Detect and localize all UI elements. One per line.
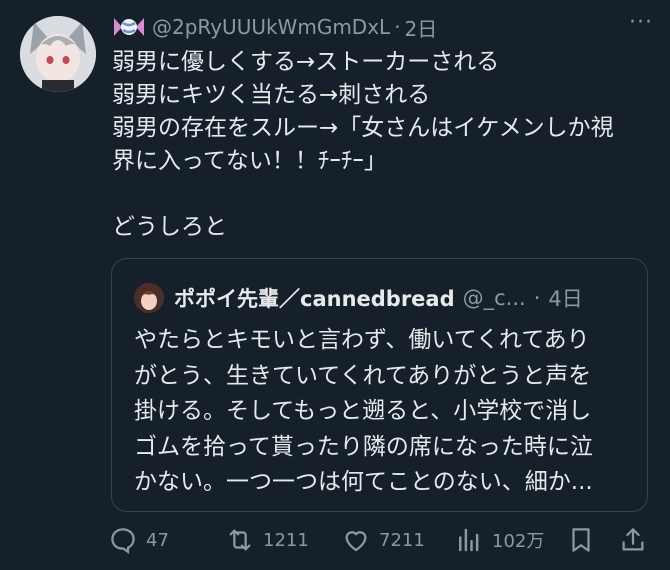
- quoted-tweet-time[interactable]: 4日: [548, 283, 582, 313]
- reply-icon: [111, 528, 135, 555]
- view-count: 102万: [492, 531, 545, 552]
- tweet-text-line: 弱男に優しくする→ストーカーされる: [112, 49, 500, 75]
- share-button[interactable]: [618, 522, 656, 558]
- header-separator: ·: [394, 15, 401, 39]
- tweet-text-line: 弱男の存在をスルー→「女さんはイケメンしか視: [112, 115, 614, 141]
- quoted-author-avatar[interactable]: [134, 283, 164, 313]
- quoted-author-handle[interactable]: @_c...: [463, 286, 526, 310]
- heart-icon: [345, 531, 367, 552]
- reply-button[interactable]: 47: [108, 522, 169, 558]
- share-icon: [622, 528, 644, 551]
- reply-count: 47: [146, 529, 169, 551]
- like-button[interactable]: 7211: [341, 522, 425, 558]
- tweet-header: @2pRyUUUkWmGmDxL · 2日: [112, 10, 437, 44]
- candy-icon: [112, 14, 146, 40]
- tweet-text-line: どうしろと: [112, 214, 227, 240]
- tweet[interactable]: @2pRyUUUkWmGmDxL · 2日 ··· 弱男に優しくする→ストーカー…: [0, 0, 670, 570]
- bookmark-button[interactable]: [566, 522, 604, 558]
- tweet-text: 弱男に優しくする→ストーカーされる 弱男にキツく当たる→刺される 弱男の存在をス…: [112, 46, 652, 244]
- quoted-tweet-text: やたらとキモいと言わず、働いてくれてあり がとう、生きていてくれてありがとうと声…: [134, 323, 629, 501]
- bookmark-icon: [572, 528, 590, 552]
- more-options-icon[interactable]: ···: [626, 12, 656, 38]
- avatar-illustration: [20, 16, 96, 92]
- quoted-tweet[interactable]: ポポイ先輩／cannedbread @_c... · 4日 やたらとキモいと言わ…: [111, 258, 648, 512]
- quoted-text-line: がとう、生きていてくれてありがとうと声を: [134, 362, 592, 389]
- retweet-icon: [229, 529, 251, 551]
- views-button[interactable]: 102万: [454, 522, 544, 558]
- retweet-count: 1211: [263, 529, 309, 551]
- retweet-button[interactable]: 1211: [225, 522, 309, 558]
- views-icon: [459, 528, 479, 552]
- quoted-header-separator: ·: [533, 286, 541, 310]
- quoted-text-line: ゴムを拾って貰ったり隣の席になった時に泣: [134, 433, 593, 460]
- quoted-tweet-header: ポポイ先輩／cannedbread @_c... · 4日: [134, 283, 583, 313]
- author-handle[interactable]: @2pRyUUUkWmGmDxL: [152, 15, 390, 39]
- quoted-text-line: かない。一つ一つは何てことのない、細か...: [134, 469, 593, 495]
- tweet-text-line: 界に入ってない！！ﾁｰﾁｰ」: [112, 148, 387, 174]
- tweet-time[interactable]: 2日: [405, 13, 438, 42]
- quoted-text-line: やたらとキモいと言わず、働いてくれてあり: [134, 327, 590, 353]
- tweet-text-line: 弱男にキツく当たる→刺される: [112, 82, 431, 108]
- action-bar: 47 1211 7211 102万: [108, 522, 660, 558]
- like-count: 7211: [379, 529, 425, 551]
- quoted-text-line: 掛ける。そしてもっと遡ると、小学校で消し: [134, 398, 592, 424]
- avatar[interactable]: [20, 16, 96, 92]
- quoted-author-name[interactable]: ポポイ先輩／cannedbread: [174, 283, 455, 313]
